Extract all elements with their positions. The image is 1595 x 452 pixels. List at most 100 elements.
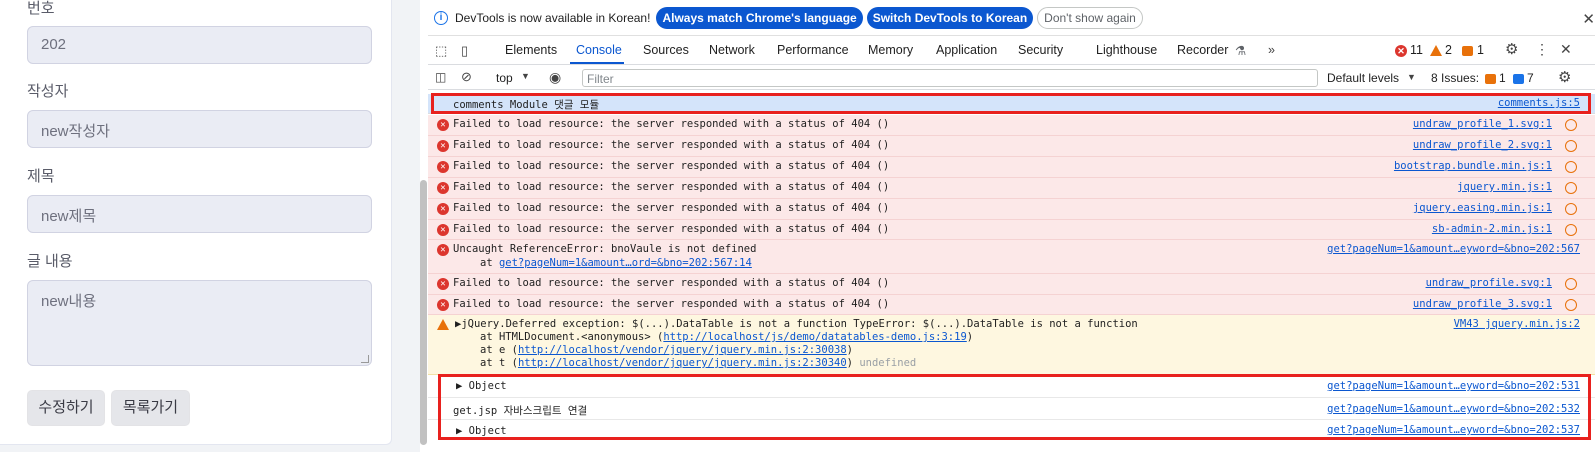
error-source-link[interactable]: jquery.easing.min.js:1 [1413,202,1552,214]
tab-recorder[interactable]: Recorder [1177,43,1228,57]
log-source-link[interactable]: comments.js:5 [1498,97,1580,109]
error-text: Failed to load resource: the server resp… [453,160,890,172]
log-source-link[interactable]: get?pageNum=1&amount…eyword=&bno=202:532 [1327,403,1580,415]
more-tabs-button[interactable]: » [1268,43,1275,57]
clear-console-icon[interactable]: ⊘ [461,69,472,85]
log-row[interactable]: comments Module 댓글 모듈 comments.js:5 [428,94,1595,114]
network-request-icon[interactable] [1565,161,1577,173]
context-select[interactable]: top [496,71,513,85]
warning-source-link[interactable]: VM43 jquery.min.js:2 [1454,318,1580,330]
network-request-icon[interactable] [1565,182,1577,194]
expand-triangle-icon[interactable]: ▶ [456,425,469,437]
warning-count[interactable]: 2 [1445,43,1452,57]
error-icon: ✕ [437,182,449,194]
flask-icon: ⚗ [1235,44,1247,58]
tab-security[interactable]: Security [1018,43,1063,57]
tab-network[interactable]: Network [709,43,755,57]
log-row[interactable]: get.jsp 자바스크립트 연결 get?pageNum=1&amount…e… [428,398,1595,420]
settings-gear-icon[interactable]: ⚙ [1505,40,1518,58]
tab-performance[interactable]: Performance [777,43,849,57]
inspect-element-icon[interactable]: ⬚ [435,43,447,59]
error-row[interactable]: ✕ Failed to load resource: the server re… [428,220,1595,240]
issues-label[interactable]: 8 Issues: [1431,71,1479,85]
log-source-link[interactable]: get?pageNum=1&amount…eyword=&bno=202:537 [1327,424,1580,436]
stack-link[interactable]: http://localhost/vendor/jquery/jquery.mi… [518,344,847,356]
error-icon: ✕ [437,224,449,236]
network-request-icon[interactable] [1565,299,1577,311]
language-infobar: i DevTools is now available in Korean! A… [428,0,1595,36]
stack-link[interactable]: http://localhost/vendor/jquery/jquery.mi… [518,357,847,369]
device-toolbar-icon[interactable]: ▯ [461,43,468,59]
network-request-icon[interactable] [1565,203,1577,215]
error-row[interactable]: ✕ Failed to load resource: the server re… [428,274,1595,295]
issues-warning-count[interactable]: 1 [1499,71,1506,85]
error-text: Uncaught ReferenceError: bnoVaule is not… [453,243,757,255]
error-row[interactable]: ✕ Failed to load resource: the server re… [428,295,1595,315]
error-row[interactable]: ✕ Failed to load resource: the server re… [428,115,1595,136]
log-row[interactable]: ▶ Object get?pageNum=1&amount…eyword=&bn… [428,375,1595,398]
dont-show-again-button[interactable]: Don't show again [1037,6,1143,29]
error-source-link[interactable]: undraw_profile.svg:1 [1426,277,1552,289]
issues-warning-icon [1485,74,1496,84]
issues-info-count[interactable]: 7 [1527,71,1534,85]
stack-link[interactable]: get?pageNum=1&amount…ord=&bno=202:567:14 [499,257,752,269]
issues-info-icon [1513,74,1524,84]
error-row[interactable]: ✕ Failed to load resource: the server re… [428,199,1595,220]
tab-console[interactable]: Console [576,43,622,57]
close-devtools-icon[interactable]: ✕ [1560,41,1572,58]
list-button[interactable]: 목록가기 [111,390,190,426]
content-textarea[interactable]: new내용 [27,280,372,366]
expand-triangle-icon[interactable]: ▶ [456,380,469,392]
tab-elements[interactable]: Elements [505,43,557,57]
writer-field[interactable]: new작성자 [27,110,372,148]
error-source-link[interactable]: undraw_profile_3.svg:1 [1413,298,1552,310]
error-text: Failed to load resource: the server resp… [453,223,890,235]
tab-memory[interactable]: Memory [868,43,913,57]
object-log-text[interactable]: ▶ Object [456,425,507,437]
error-source-link[interactable]: undraw_profile_1.svg:1 [1413,118,1552,130]
content-label: 글 내용 [27,253,73,270]
switch-korean-button[interactable]: Switch DevTools to Korean [866,6,1034,29]
network-request-icon[interactable] [1565,119,1577,131]
tab-lighthouse[interactable]: Lighthouse [1096,43,1157,57]
network-request-icon[interactable] [1565,140,1577,152]
log-row[interactable]: ▶ Object get?pageNum=1&amount…eyword=&bn… [428,420,1595,442]
error-row[interactable]: ✕ Failed to load resource: the server re… [428,136,1595,157]
stack-link[interactable]: http://localhost/js/demo/datatables-demo… [663,331,966,343]
warning-text[interactable]: ▶jQuery.Deferred exception: $(...).DataT… [455,318,1138,330]
stack-line: at HTMLDocument.<anonymous> (http://loca… [480,331,974,343]
tab-application[interactable]: Application [936,43,997,57]
levels-chevron-down-icon[interactable]: ▼ [1407,72,1416,82]
bno-field[interactable]: 202 [27,26,372,64]
error-source-link[interactable]: jquery.min.js:1 [1457,181,1552,193]
close-infobar-icon[interactable]: ✕ [1582,10,1595,28]
error-row[interactable]: ✕ Failed to load resource: the server re… [428,178,1595,199]
sidebar-toggle-icon[interactable]: ◫ [435,70,446,84]
context-chevron-down-icon[interactable]: ▼ [521,71,530,81]
tab-sources[interactable]: Sources [643,43,689,57]
live-expression-eye-icon[interactable]: ◉ [549,69,561,86]
devtools-panel: i DevTools is now available in Korean! A… [428,0,1595,452]
page-scrollbar[interactable] [420,180,427,445]
filter-input[interactable]: Filter [582,69,1318,87]
resize-handle-icon[interactable] [361,355,369,363]
error-row[interactable]: ✕ Uncaught ReferenceError: bnoVaule is n… [428,240,1595,274]
network-request-icon[interactable] [1565,278,1577,290]
more-options-icon[interactable]: ⋮ [1535,41,1549,58]
log-source-link[interactable]: get?pageNum=1&amount…eyword=&bno=202:531 [1327,380,1580,392]
log-levels-dropdown[interactable]: Default levels [1327,71,1399,85]
title-field[interactable]: new제목 [27,195,372,233]
error-source-link[interactable]: sb-admin-2.min.js:1 [1432,223,1552,235]
network-request-icon[interactable] [1565,224,1577,236]
issue-count[interactable]: 1 [1477,43,1484,57]
error-source-link[interactable]: bootstrap.bundle.min.js:1 [1394,160,1552,172]
console-settings-gear-icon[interactable]: ⚙ [1558,68,1571,86]
error-row[interactable]: ✕ Failed to load resource: the server re… [428,157,1595,178]
object-log-text[interactable]: ▶ Object [456,380,507,392]
error-source-link[interactable]: get?pageNum=1&amount…eyword=&bno=202:567 [1327,243,1580,255]
modify-button[interactable]: 수정하기 [27,390,105,426]
warning-row[interactable]: ▶jQuery.Deferred exception: $(...).DataT… [428,315,1595,375]
error-source-link[interactable]: undraw_profile_2.svg:1 [1413,139,1552,151]
error-count[interactable]: 11 [1410,43,1423,57]
match-language-button[interactable]: Always match Chrome's language [656,6,863,29]
